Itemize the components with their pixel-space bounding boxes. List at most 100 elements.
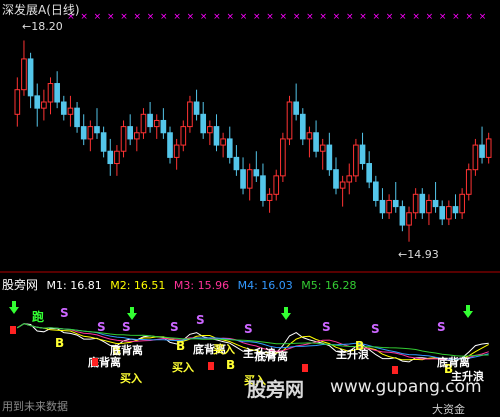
candle xyxy=(21,40,27,96)
candle xyxy=(120,120,127,158)
candle-body xyxy=(21,58,27,91)
candle-body xyxy=(465,169,472,195)
candle xyxy=(253,151,260,182)
low-price-label: ←14.93 xyxy=(398,248,439,261)
candle xyxy=(193,89,200,121)
candle xyxy=(107,138,114,176)
candle xyxy=(260,163,266,207)
candle xyxy=(280,132,286,182)
candle-body xyxy=(326,144,333,171)
candle-body xyxy=(286,101,293,140)
candle xyxy=(34,83,41,127)
candle xyxy=(173,138,180,170)
x-marker: × xyxy=(386,12,394,22)
candle xyxy=(167,126,173,164)
x-marker: × xyxy=(426,12,434,22)
signal-label: S xyxy=(60,306,69,320)
candle xyxy=(27,52,34,109)
candle-body xyxy=(280,138,286,177)
signal-label: 买入 xyxy=(120,372,142,385)
candle-body xyxy=(153,119,160,128)
candle-body xyxy=(372,181,379,201)
candle-body xyxy=(133,132,140,140)
candle-body xyxy=(14,89,21,115)
candle xyxy=(379,188,386,219)
candle xyxy=(472,138,479,176)
x-marker: × xyxy=(80,12,88,22)
buy-arrow-icon xyxy=(127,307,137,320)
candle xyxy=(240,157,246,195)
candle xyxy=(187,95,193,133)
candle xyxy=(147,102,153,133)
x-marker: × xyxy=(359,12,367,22)
footer-right-text: 大资金 xyxy=(432,403,465,416)
candle-body xyxy=(459,193,465,214)
indicator-panel-name: 股旁网 xyxy=(2,278,39,292)
candle xyxy=(392,182,399,213)
candle-body xyxy=(233,156,240,171)
candle-body xyxy=(74,107,80,128)
candle-body xyxy=(273,175,280,195)
candle-body xyxy=(180,126,187,146)
candle xyxy=(333,157,339,195)
candle xyxy=(133,126,140,152)
x-marker: × xyxy=(226,12,234,22)
watermark-brand: 股旁网 xyxy=(247,379,305,401)
candle-body xyxy=(319,144,326,152)
candle-body xyxy=(193,101,200,115)
candle xyxy=(74,102,80,133)
candle-body xyxy=(207,126,213,134)
candle xyxy=(114,145,120,176)
x-marker: × xyxy=(94,12,102,22)
buy-arrow-icon xyxy=(463,305,473,318)
candle-body xyxy=(213,126,220,146)
candle xyxy=(94,108,100,139)
candle-body xyxy=(100,132,107,152)
candle-body xyxy=(293,101,299,115)
x-marker: × xyxy=(134,12,142,22)
candle xyxy=(359,132,366,170)
candle-body xyxy=(80,126,87,140)
signal-label: 主升浪 xyxy=(243,346,276,360)
candle xyxy=(220,132,226,158)
candle-body xyxy=(220,138,226,146)
candle-body xyxy=(306,132,313,140)
footer-left-text: 用到未来数据 xyxy=(2,400,68,413)
candle-body xyxy=(379,199,386,214)
candle xyxy=(140,108,147,139)
candle-body xyxy=(127,126,134,140)
candle xyxy=(54,71,60,109)
candle-body xyxy=(60,101,67,115)
candle-body xyxy=(67,107,74,115)
ma-legend-m2: M2: 16.51 xyxy=(110,279,166,292)
candle xyxy=(60,95,67,121)
signal-label: 底背离 xyxy=(437,355,470,369)
candle-body xyxy=(187,101,193,128)
candle xyxy=(299,108,306,146)
candle xyxy=(439,200,446,226)
x-marker: × xyxy=(120,12,128,22)
x-marker: × xyxy=(187,12,195,22)
candle-body xyxy=(353,144,359,177)
candle-body xyxy=(94,126,100,134)
signal-label: S xyxy=(97,320,106,334)
candle-body xyxy=(260,175,266,201)
candle-body xyxy=(226,138,233,158)
ma-legend-m4: M4: 16.03 xyxy=(237,279,293,292)
x-marker: × xyxy=(412,12,420,22)
candle-body xyxy=(240,169,246,189)
candle xyxy=(446,200,452,226)
candle-body xyxy=(392,199,399,208)
candle-body xyxy=(253,169,260,177)
candle xyxy=(14,77,21,127)
candle-body xyxy=(173,144,180,158)
x-marker: × xyxy=(213,12,221,22)
candle xyxy=(226,126,233,164)
signal-label: S xyxy=(322,320,331,334)
candle-body xyxy=(346,175,353,183)
candle xyxy=(319,138,326,170)
x-marker: × xyxy=(306,12,314,22)
candle xyxy=(465,163,472,201)
signal-label: S xyxy=(122,320,131,334)
x-marker: × xyxy=(200,12,208,22)
